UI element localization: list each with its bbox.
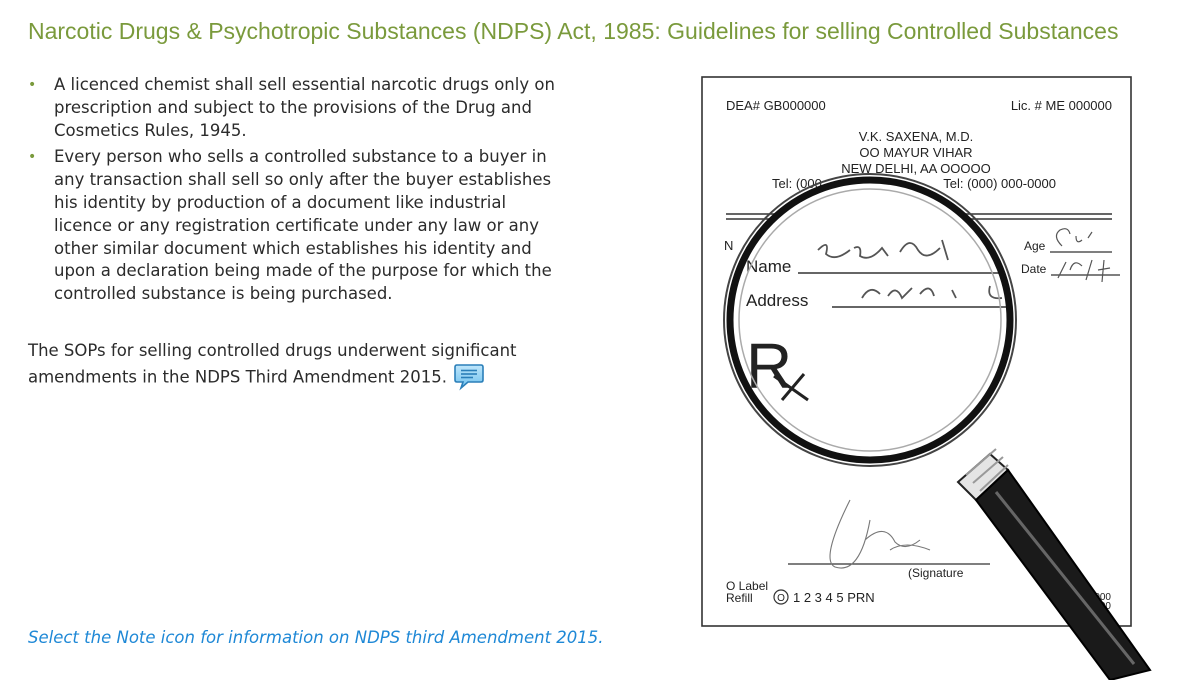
guideline-item: Every person who sells a controlled subs…: [28, 146, 558, 306]
guideline-list: A licenced chemist shall sell essential …: [28, 74, 558, 306]
telephone-right: Tel: (000) 000-0000: [943, 176, 1056, 191]
date-label: Date: [1021, 262, 1047, 276]
signature-label: (Signature: [908, 566, 964, 580]
refill-zero: O: [777, 593, 785, 604]
dea-number: DEA# GB000000: [726, 98, 826, 113]
amendment-paragraph: The SOPs for selling controlled drugs un…: [28, 340, 558, 393]
page-title: Narcotic Drugs & Psychotropic Substances…: [28, 18, 1119, 44]
refill-options: 1 2 3 4 5 PRN: [793, 590, 875, 605]
prescription-illustration: DEA# GB000000 Lic. # ME 000000 V.K. SAXE…: [690, 70, 1200, 680]
licence-number: Lic. # ME 000000: [1011, 98, 1112, 113]
address-label: Address: [746, 291, 808, 310]
doctor-address-line1: OO MAYUR VIHAR: [859, 145, 972, 160]
doctor-name: V.K. SAXENA, M.D.: [859, 129, 973, 144]
name-label-partial: N: [724, 238, 733, 253]
content-area: A licenced chemist shall sell essential …: [28, 74, 558, 393]
refill-label: Refill: [726, 591, 753, 605]
age-label: Age: [1024, 239, 1046, 253]
instruction-text: Select the Note icon for information on …: [28, 628, 604, 647]
guideline-item: A licenced chemist shall sell essential …: [28, 74, 558, 142]
amendment-text: The SOPs for selling controlled drugs un…: [28, 340, 517, 387]
prescription-svg: DEA# GB000000 Lic. # ME 000000 V.K. SAXE…: [701, 76, 1152, 680]
note-icon[interactable]: [453, 361, 485, 391]
